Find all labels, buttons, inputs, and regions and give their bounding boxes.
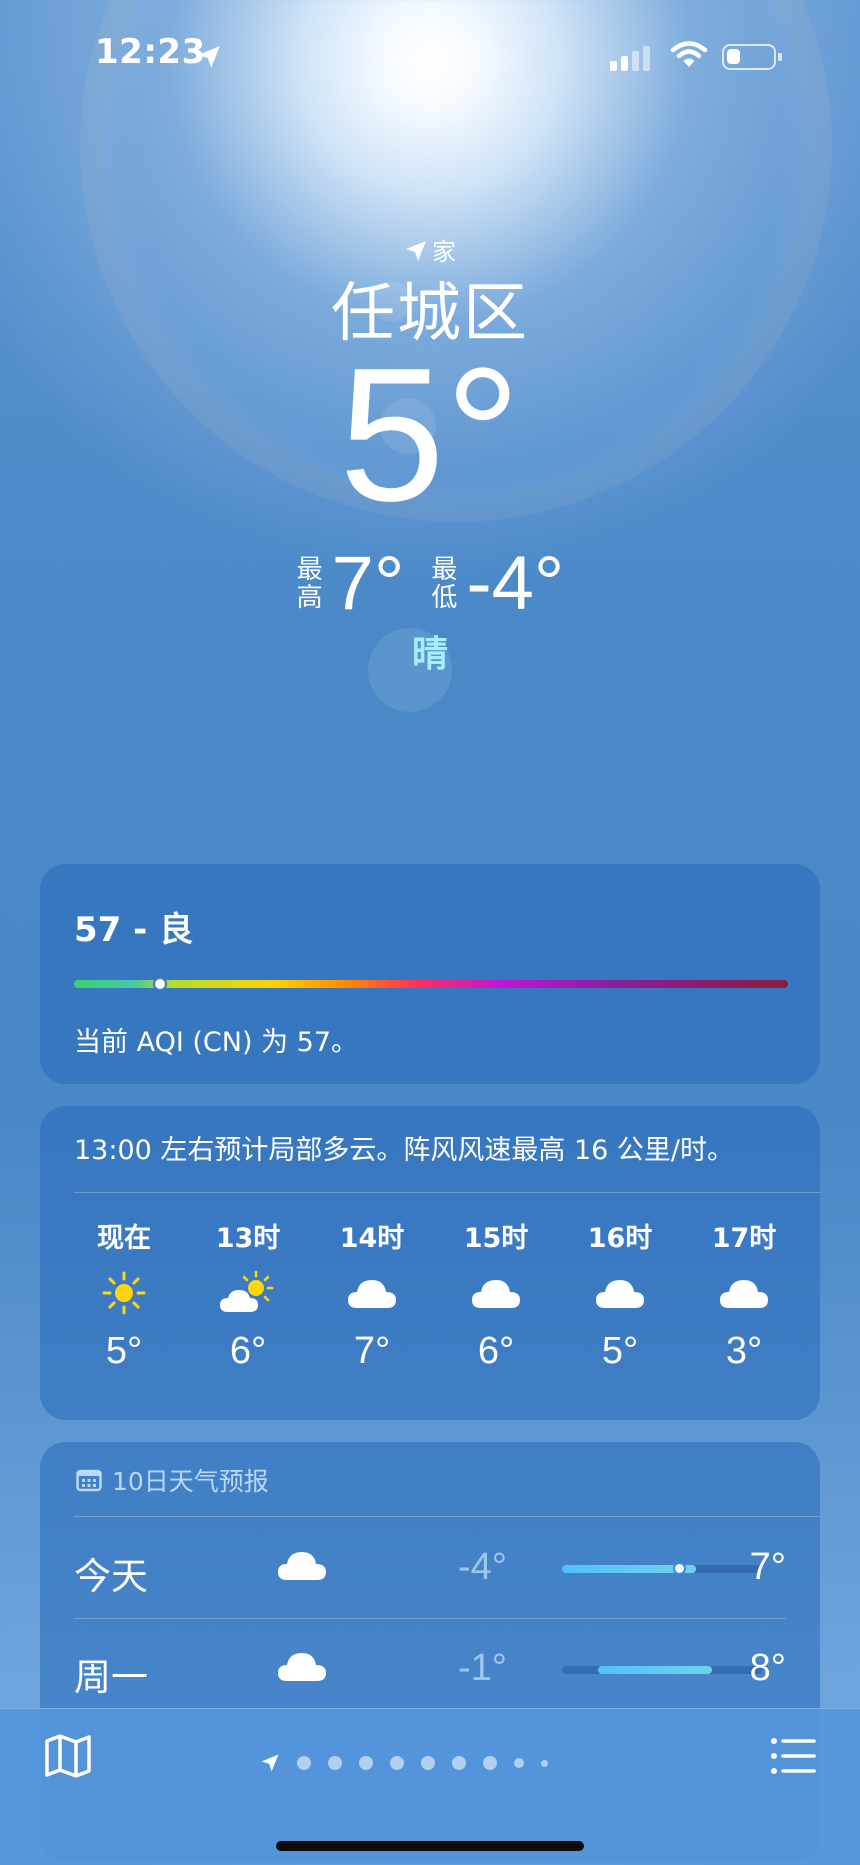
hour-temperature: 3° [725, 1330, 763, 1372]
sun-icon [62, 1256, 186, 1330]
cloud-icon [310, 1256, 434, 1330]
high-temperature: 7° [331, 541, 405, 626]
hour-item: 17时 3° [682, 1216, 806, 1373]
calendar-icon [76, 1469, 102, 1492]
hour-item: 1E [806, 1216, 820, 1373]
day-row[interactable]: 周一 -1° 8° [74, 1619, 786, 1719]
page-current-location-icon[interactable] [260, 1753, 280, 1773]
ten-day-header: 10日天气预报 [76, 1462, 269, 1498]
map-icon[interactable] [44, 1733, 92, 1779]
cloud-icon [276, 1649, 328, 1687]
wifi-icon [670, 41, 708, 67]
high-low-temperatures: 最高 7° 最低 -4° [0, 540, 860, 627]
hour-item: 15时 6° [434, 1216, 558, 1373]
hourly-summary: 13:00 左右预计局部多云。阵风风速最高 16 公里/时。 [74, 1135, 735, 1166]
aqi-description: 当前 AQI (CN) 为 57。 [74, 1027, 359, 1058]
hour-label: 17时 [711, 1223, 777, 1254]
page-dot[interactable] [390, 1756, 404, 1770]
page-dot[interactable] [541, 1759, 548, 1767]
day-high-temperature: 7° [749, 1546, 786, 1588]
divider [74, 1516, 820, 1517]
page-dot[interactable] [359, 1756, 373, 1770]
hour-item: 14时 7° [310, 1216, 434, 1373]
hour-item: 13时 6° [186, 1216, 310, 1373]
home-indicator[interactable] [276, 1841, 584, 1851]
low-temperature: -4° [466, 541, 565, 626]
hour-label: 1 [806, 1216, 820, 1256]
day-row[interactable]: 今天 -4° 7° [74, 1518, 786, 1618]
divider [74, 1192, 820, 1193]
temperature-range-bar [562, 1666, 762, 1674]
cloud-icon [276, 1548, 328, 1586]
cellular-signal-icon [610, 46, 650, 71]
day-high-temperature: 8° [749, 1647, 786, 1689]
location-arrow-icon [198, 46, 220, 68]
hourly-forecast-card[interactable]: 13:00 左右预计局部多云。阵风风速最高 16 公里/时。 现在 5° 13时 6°… [40, 1106, 820, 1420]
day-low-temperature: -1° [458, 1647, 507, 1689]
hour-label: 16时 [587, 1223, 653, 1254]
hour-temperature: 6° [229, 1330, 267, 1372]
hour-label: 13时 [215, 1223, 281, 1254]
page-dot[interactable] [421, 1756, 435, 1770]
aqi-indicator [152, 977, 167, 991]
cloud-icon [682, 1256, 806, 1330]
current-temperature-dot [673, 1562, 686, 1575]
page-dot[interactable] [452, 1756, 466, 1770]
day-name: 周一 [74, 1656, 148, 1699]
ten-day-title: 10日天气预报 [112, 1467, 269, 1496]
partly-cloudy-icon [186, 1256, 310, 1330]
cloud-icon [434, 1256, 558, 1330]
hourly-list[interactable]: 现在5°13时6°14时7°15时6°16时5°17时3°1E [62, 1216, 820, 1373]
status-bar: 12:23 [0, 0, 860, 110]
hour-temperature: 6° [477, 1330, 515, 1372]
hour-label: 14时 [339, 1223, 405, 1254]
aqi-scale-bar [74, 977, 788, 991]
aqi-value: 57 - 良 [74, 910, 194, 950]
hour-temperature: E [806, 1330, 820, 1373]
hour-temperature: 5° [105, 1330, 143, 1372]
cloud-icon [558, 1256, 682, 1330]
high-label: 最高 [296, 554, 323, 613]
day-low-temperature: -4° [458, 1546, 507, 1588]
hour-item: 现在 5° [62, 1216, 186, 1373]
temperature-range-bar [562, 1562, 762, 1575]
list-icon[interactable] [770, 1737, 816, 1775]
page-dot[interactable] [483, 1756, 497, 1770]
hour-item: 16时 5° [558, 1216, 682, 1373]
page-dot[interactable] [297, 1756, 311, 1770]
bottom-toolbar [0, 1708, 860, 1865]
location-arrow-icon [406, 241, 426, 261]
page-dot[interactable] [328, 1756, 342, 1770]
hour-temperature: 5° [601, 1330, 639, 1372]
weather-icon [806, 1256, 820, 1330]
temperature-range-fill [598, 1666, 712, 1674]
hour-label: 15时 [463, 1223, 529, 1254]
day-name: 今天 [74, 1555, 148, 1598]
low-label: 最低 [431, 554, 458, 613]
page-indicator[interactable] [260, 1753, 548, 1773]
current-temperature: 5° [339, 329, 521, 541]
hour-label: 现在 [97, 1223, 151, 1254]
page-dot[interactable] [514, 1758, 524, 1768]
weather-condition: 晴 [411, 634, 448, 675]
air-quality-card[interactable]: 57 - 良 当前 AQI (CN) 为 57。 [40, 864, 820, 1084]
battery-icon [722, 44, 782, 70]
status-time: 12:23 [95, 32, 206, 72]
hour-temperature: 7° [353, 1330, 391, 1372]
